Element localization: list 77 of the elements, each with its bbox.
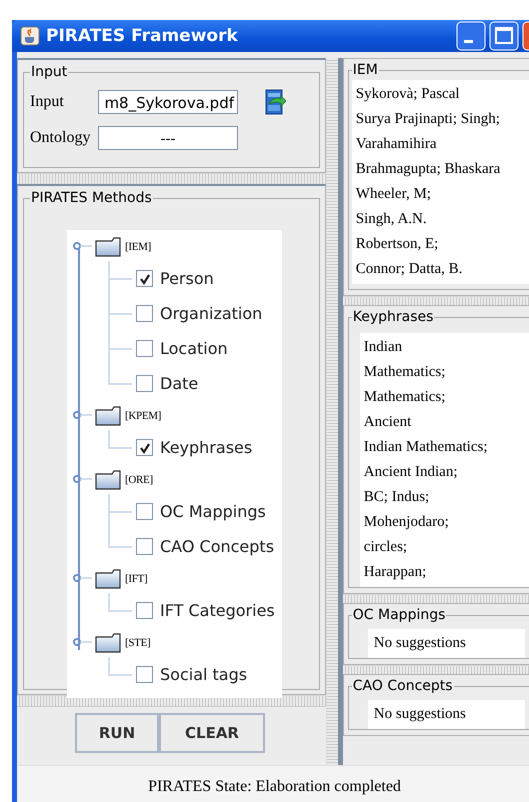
tree-branch-line <box>108 593 132 612</box>
checkbox-label[interactable]: Location <box>160 339 228 358</box>
action-button[interactable]: RUN <box>75 713 159 753</box>
result-text: Harappan; <box>364 563 428 582</box>
minimize-icon[interactable] <box>456 21 486 51</box>
checkbox[interactable] <box>136 340 153 357</box>
group-title: CAO Concepts <box>352 678 454 694</box>
group-title: IEM <box>352 62 379 78</box>
tree-branch-line <box>108 430 132 449</box>
result-text: Surya Prajinapti; Singh; <box>356 110 501 129</box>
result-text: BC; Indus; <box>364 488 430 507</box>
checkbox[interactable] <box>136 538 153 555</box>
tree-group-label[interactable]: [KPEM] <box>125 410 162 422</box>
group-title: OC Mappings <box>352 607 446 623</box>
folder-icon <box>95 236 121 256</box>
tree-group-label[interactable]: [STE] <box>125 636 150 648</box>
tree-handle-icon[interactable] <box>73 572 93 584</box>
checkbox-label[interactable]: OC Mappings <box>160 502 266 521</box>
checkbox[interactable] <box>136 439 153 456</box>
result-text: Brahmagupta; Bhaskara <box>356 160 502 179</box>
group-title: PIRATES Methods <box>30 190 153 206</box>
tree-branch-line <box>108 296 132 331</box>
checkbox-label[interactable]: Date <box>160 374 198 393</box>
folder-icon <box>95 406 121 426</box>
result-text: Mohenjodaro; <box>364 513 450 532</box>
tree-branch-line <box>108 657 132 676</box>
checkbox-label[interactable]: Person <box>160 269 214 288</box>
checkbox[interactable] <box>136 666 153 683</box>
tree-handle-icon[interactable] <box>73 240 93 252</box>
tree-group-label[interactable]: [IEM] <box>125 240 151 252</box>
checkbox-label[interactable]: CAO Concepts <box>160 537 274 556</box>
maximize-icon[interactable] <box>489 21 519 51</box>
checkbox[interactable] <box>136 375 153 392</box>
text-field[interactable]: m8_Sykorova.pdf <box>98 90 238 114</box>
status-text: PIRATES State: Elaboration completed <box>148 778 401 797</box>
checkbox[interactable] <box>136 270 153 287</box>
group-title: Input <box>30 64 68 80</box>
tree-group-label[interactable]: [IFT] <box>125 572 148 584</box>
folder-icon <box>95 470 121 490</box>
window-title: PIRATES Framework <box>46 26 239 46</box>
field-label: Input <box>30 93 65 111</box>
action-button[interactable]: CLEAR <box>159 713 265 753</box>
checkbox-label[interactable]: Social tags <box>160 665 248 684</box>
result-text: Sykorovà; Pascal <box>356 85 461 104</box>
tree-handle-icon[interactable] <box>73 636 93 648</box>
checkbox[interactable] <box>136 503 153 520</box>
group-title: Keyphrases <box>352 309 434 325</box>
result-text: Connor; Datta, B. <box>356 260 464 279</box>
file-arrow-icon[interactable] <box>264 88 286 116</box>
tree-branch-line <box>108 261 132 296</box>
text-field[interactable]: --- <box>98 126 238 150</box>
result-text: Robertson, E; <box>356 235 440 254</box>
result-text: Singh, A.N. <box>356 210 428 229</box>
tree-handle-icon[interactable] <box>73 410 93 422</box>
checkbox[interactable] <box>136 305 153 322</box>
checkbox-label[interactable]: Organization <box>160 304 262 323</box>
result-text: circles; <box>364 538 408 557</box>
result-text: Varahamihira <box>356 135 438 154</box>
field-label: Ontology <box>30 129 92 147</box>
coffee-cup-icon <box>20 26 40 46</box>
result-text: Wheeler, M; <box>356 185 432 204</box>
checkbox[interactable] <box>136 602 153 619</box>
result-text: Mathematics; <box>364 363 446 382</box>
result-text: Mathematics; <box>364 388 446 407</box>
result-text: Ancient Indian; <box>364 463 459 482</box>
folder-icon <box>95 632 121 652</box>
checkbox-label[interactable]: IFT Categories <box>160 601 275 620</box>
result-text: Indian <box>364 338 404 357</box>
result-text: No suggestions <box>374 705 467 724</box>
tree-handle-icon[interactable] <box>73 474 93 486</box>
result-text: Indian Mathematics; <box>364 438 488 457</box>
folder-icon <box>95 568 121 588</box>
splitter[interactable] <box>326 58 338 765</box>
result-text: Ancient <box>364 413 412 432</box>
result-text: No suggestions <box>374 634 467 653</box>
checkbox-label[interactable]: Keyphrases <box>160 438 252 457</box>
tree-group-label[interactable]: [ORE] <box>125 474 153 486</box>
